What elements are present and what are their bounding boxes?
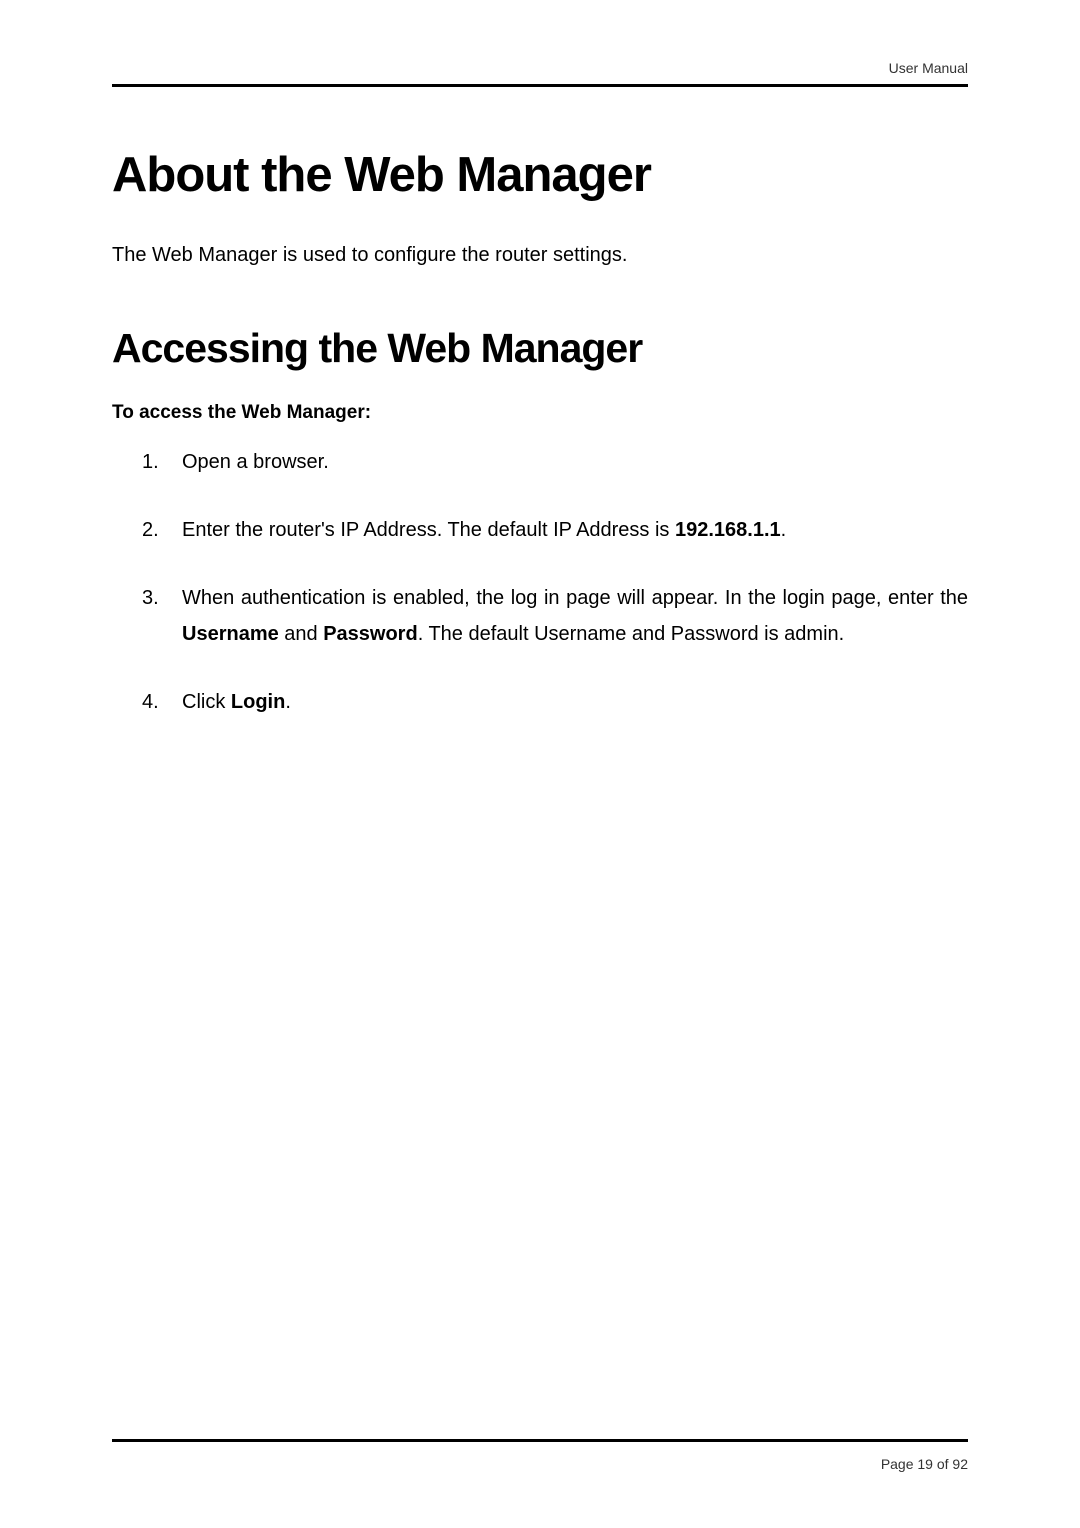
step-number: 3. [142,580,182,616]
login-label: Login [231,691,285,713]
step-text: Enter the router's IP Address. The defau… [182,512,968,548]
step-4: 4. Click Login. [142,684,968,720]
step-3-part2: and [279,623,323,645]
step-2-suffix: . [781,519,787,541]
step-4-prefix: Click [182,691,231,713]
section-heading: Accessing the Web Manager [112,325,968,372]
step-number: 4. [142,684,182,720]
steps-list: 1. Open a browser. 2. Enter the router's… [112,444,968,720]
step-2: 2. Enter the router's IP Address. The de… [142,512,968,548]
step-2-prefix: Enter the router's IP Address. The defau… [182,519,675,541]
step-3-part3: . The default Username and Password is a… [418,623,845,645]
page-number: Page 19 of 92 [112,1456,968,1472]
subsection-heading: To access the Web Manager: [112,402,968,424]
step-1: 1. Open a browser. [142,444,968,480]
footer: Page 19 of 92 [112,1439,968,1472]
header-label: User Manual [112,60,968,76]
step-3: 3. When authentication is enabled, the l… [142,580,968,652]
step-number: 1. [142,444,182,480]
header-rule [112,84,968,87]
page-title: About the Web Manager [112,147,968,203]
step-number: 2. [142,512,182,548]
intro-paragraph: The Web Manager is used to configure the… [112,241,968,269]
step-4-suffix: . [285,691,291,713]
step-text: Click Login. [182,684,968,720]
step-text: Open a browser. [182,444,968,480]
step-text: When authentication is enabled, the log … [182,580,968,652]
footer-rule [112,1439,968,1442]
step-3-part1: When authentication is enabled, the log … [182,587,968,609]
password-label: Password [323,623,417,645]
ip-address-value: 192.168.1.1 [675,519,781,541]
username-label: Username [182,623,279,645]
